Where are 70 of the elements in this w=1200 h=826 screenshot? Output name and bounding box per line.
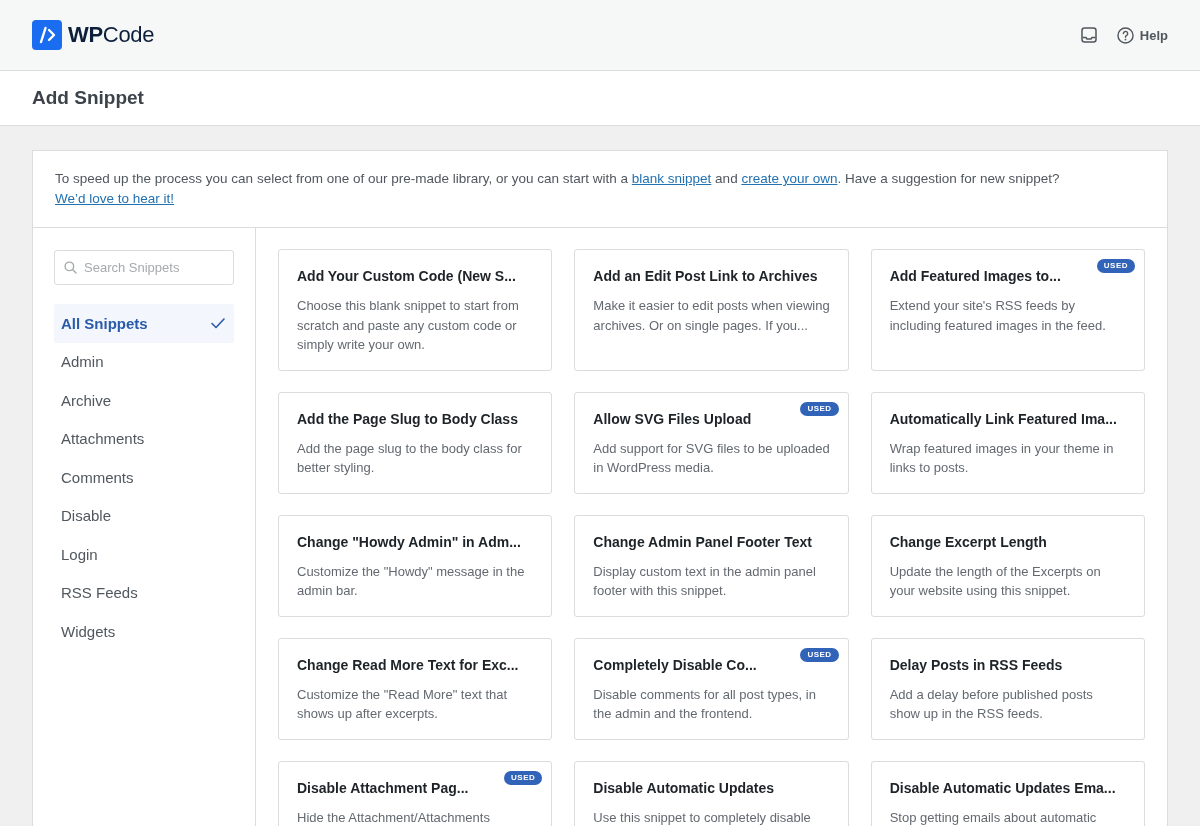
tray-icon[interactable] [1080,27,1097,43]
snippet-card[interactable]: Add the Page Slug to Body Class Add the page slug to the body class for better styling. [278,391,553,494]
snippet-description: Stop getting emails about automatic [889,808,1098,826]
snippet-title: Change Read More Text for Exc... [297,655,519,675]
snippet-title: Add Featured Images to... [889,267,1061,286]
snippet-title: Add Your Custom Code (New S... [297,267,516,286]
category-item[interactable]: All Snippets [54,304,234,343]
intro-link[interactable]: blank snippet [631,171,712,186]
category-item[interactable]: Comments [54,458,234,497]
used-badge: USED [504,770,543,785]
snippet-description: Update the length of the Excerpts on your website using this snippet. [889,562,1102,600]
snippet-description: Add support for SVG files to be uploaded in WordPress media. [593,439,830,477]
snippet-card[interactable]: Add an Edit Post Link to Archives Make it easier to edit posts when viewing archives. Or on single pages. If you... [574,249,849,371]
snippet-title: Change Excerpt Length [889,532,1047,552]
search-field[interactable]: Search Snippets [54,250,234,285]
snippet-title: Add the Page Slug to Body Class [297,409,518,429]
snippet-card[interactable]: USED Disable Attachment Pag... Hide the Attachment/Attachments [278,760,553,826]
snippet-card[interactable]: USED Add Featured Images to... Extend your site's RSS feeds by including featured images in the feed. [870,249,1145,371]
snippet-title: Disable Automatic Updates Ema... [889,778,1116,798]
intro-text: To speed up the process you can select from one of our pre-made library, or you can start with a blank snippet and create your own. Have a suggestion for new snippet? We’d love to hear it! [33,151,1167,228]
search-icon [64,261,77,274]
snippet-description: Extend your site's RSS feeds by including featured images in the feed. [889,297,1107,335]
snippet-card[interactable]: Disable Automatic Updates Use this snippet to completely disable [574,760,849,826]
snippet-description: Disable comments for all post types, in the admin and the frontend. [593,685,817,723]
snippet-card[interactable]: Change Read More Text for Exc... Customize the "Read More" text that shows up after excerpts. [278,637,553,740]
snippet-title: Disable Attachment Pag... [297,778,469,798]
snippet-description: Wrap featured images in your theme in links to posts. [889,439,1115,477]
snippet-title: Automatically Link Featured Ima... [889,409,1117,429]
snippet-title: Change "Howdy Admin" in Adm... [297,532,521,552]
used-badge: USED [1096,259,1135,273]
logo-icon [32,20,62,50]
snippet-card[interactable]: USED Allow SVG Files Upload Add support for SVG files to be uploaded in WordPress media. [574,391,849,494]
snippet-card[interactable]: Change "Howdy Admin" in Adm... Customize the "Howdy" message in the admin bar. [278,514,553,617]
snippet-card[interactable]: USED Completely Disable Co... Disable comments for all post types, in the admin and the frontend. [574,637,849,740]
snippet-description: Make it easier to edit posts when viewing archives. Or on single pages. If you... [593,297,830,335]
snippet-card[interactable]: Automatically Link Featured Ima... Wrap featured images in your theme in links to posts. [870,391,1145,494]
snippet-card[interactable]: Delay Posts in RSS Feeds Add a delay before published posts show up in the RSS feeds. [870,637,1145,740]
snippet-title: Add an Edit Post Link to Archives [593,267,818,286]
snippet-title: Allow SVG Files Upload [593,409,752,429]
snippet-description: Customize the "Read More" text that shows up after excerpts. [297,685,509,723]
snippet-description: Display custom text in the admin panel footer with this snippet. [593,562,817,600]
snippet-description: Choose this blank snippet to start from scratch and paste any custom code or simply write your own. [297,297,520,354]
snippet-card[interactable]: Disable Automatic Updates Ema... Stop getting emails about automatic [870,760,1145,826]
category-item[interactable]: Archive [54,381,234,420]
page-title: Add Snippet [32,87,144,109]
category-item[interactable]: Attachments [54,419,234,458]
help-icon [1116,26,1134,44]
category-item[interactable]: Widgets [54,612,234,651]
help-button[interactable]: Help [1116,26,1168,44]
snippet-description: Add the page slug to the body class for better styling. [297,439,523,477]
snippet-title: Completely Disable Co... [593,655,757,675]
category-item[interactable]: Login [54,535,234,574]
snippet-title: Disable Automatic Updates [593,778,775,798]
snippet-title: Delay Posts in RSS Feeds [889,655,1063,675]
snippet-card[interactable]: Change Admin Panel Footer Text Display custom text in the admin panel footer with this snippet. [574,514,849,617]
category-item[interactable]: Disable [54,496,234,535]
logo-text: WPCode [68,22,155,48]
snippet-description: Use this snippet to completely disable [593,808,812,826]
snippet-description: Hide the Attachment/Attachments [297,808,491,826]
used-badge: USED [800,647,839,662]
category-item[interactable]: RSS Feeds [54,573,234,612]
intro-link[interactable]: We’d love to hear it! [55,191,175,206]
check-icon [211,317,225,329]
snippet-card[interactable]: Change Excerpt Length Update the length of the Excerpts on your website using this snippet. [870,514,1145,617]
snippet-card[interactable]: Add Your Custom Code (New S... Choose this blank snippet to start from scratch and paste any custom code or simply write your own. [278,249,553,371]
snippet-title: Change Admin Panel Footer Text [593,532,812,552]
used-badge: USED [800,401,839,416]
snippet-description: Add a delay before published posts show up in the RSS feeds. [889,685,1094,723]
snippet-description: Customize the "Howdy" message in the admin bar. [297,562,526,600]
category-item[interactable]: Admin [54,342,234,381]
